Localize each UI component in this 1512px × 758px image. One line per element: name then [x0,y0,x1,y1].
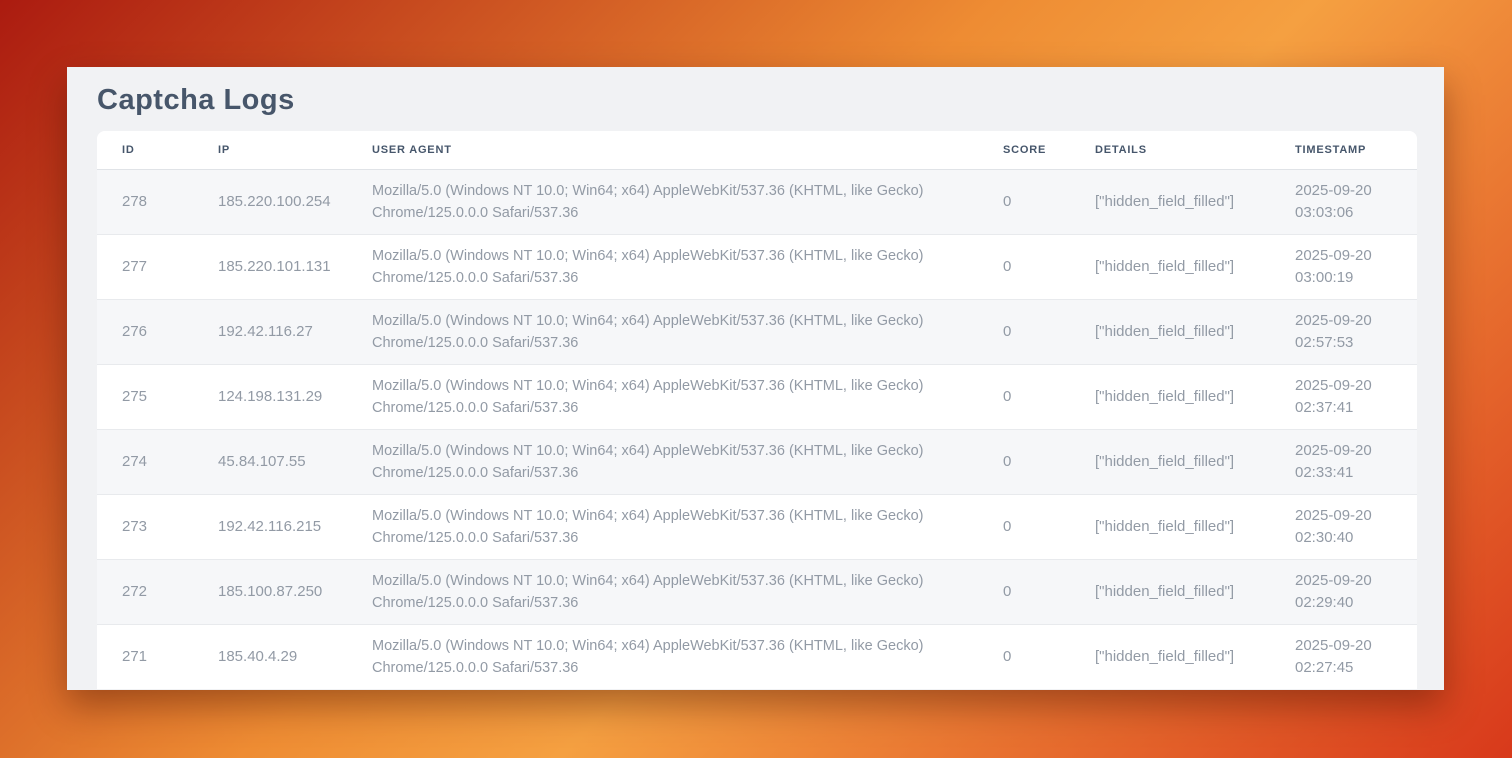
cell-details: ["hidden_field_filled"] [1070,624,1270,689]
column-header-ip: IP [193,131,347,169]
cell-ip: 192.42.116.215 [193,494,347,559]
cell-details: ["hidden_field_filled"] [1070,494,1270,559]
cell-score: 0 [978,494,1070,559]
cell-details: ["hidden_field_filled"] [1070,429,1270,494]
cell-id: 278 [97,169,193,234]
cell-user-agent: Mozilla/5.0 (Windows NT 10.0; Win64; x64… [347,234,978,299]
cell-user-agent: Mozilla/5.0 (Windows NT 10.0; Win64; x64… [347,169,978,234]
cell-timestamp: 2025-09-20 02:33:41 [1270,429,1417,494]
cell-ip: 45.84.107.55 [193,429,347,494]
cell-user-agent: Mozilla/5.0 (Windows NT 10.0; Win64; x64… [347,364,978,429]
column-header-score: SCORE [978,131,1070,169]
captcha-logs-table-container: ID IP USER AGENT SCORE DETAILS TIMESTAMP… [97,131,1417,689]
cell-score: 0 [978,299,1070,364]
cell-user-agent: Mozilla/5.0 (Windows NT 10.0; Win64; x64… [347,624,978,689]
cell-details: ["hidden_field_filled"] [1070,169,1270,234]
column-header-details: DETAILS [1070,131,1270,169]
cell-ip: 185.220.100.254 [193,169,347,234]
table-row: 278 185.220.100.254 Mozilla/5.0 (Windows… [97,169,1417,234]
cell-score: 0 [978,169,1070,234]
cell-score: 0 [978,429,1070,494]
cell-timestamp: 2025-09-20 02:27:45 [1270,624,1417,689]
cell-details: ["hidden_field_filled"] [1070,299,1270,364]
table-row: 276 192.42.116.27 Mozilla/5.0 (Windows N… [97,299,1417,364]
cell-user-agent: Mozilla/5.0 (Windows NT 10.0; Win64; x64… [347,299,978,364]
cell-id: 274 [97,429,193,494]
captcha-logs-card: Captcha Logs ID IP USER AGENT SCORE DETA… [67,67,1444,690]
cell-ip: 185.100.87.250 [193,559,347,624]
table-row: 271 185.40.4.29 Mozilla/5.0 (Windows NT … [97,624,1417,689]
cell-id: 273 [97,494,193,559]
cell-score: 0 [978,234,1070,299]
cell-id: 271 [97,624,193,689]
cell-id: 275 [97,364,193,429]
cell-timestamp: 2025-09-20 03:00:19 [1270,234,1417,299]
captcha-logs-table: ID IP USER AGENT SCORE DETAILS TIMESTAMP… [97,131,1417,689]
cell-ip: 192.42.116.27 [193,299,347,364]
table-row: 274 45.84.107.55 Mozilla/5.0 (Windows NT… [97,429,1417,494]
cell-ip: 185.40.4.29 [193,624,347,689]
cell-id: 272 [97,559,193,624]
cell-score: 0 [978,364,1070,429]
column-header-user-agent: USER AGENT [347,131,978,169]
column-header-id: ID [97,131,193,169]
cell-details: ["hidden_field_filled"] [1070,364,1270,429]
cell-details: ["hidden_field_filled"] [1070,559,1270,624]
column-header-timestamp: TIMESTAMP [1270,131,1417,169]
page-background: Captcha Logs ID IP USER AGENT SCORE DETA… [0,0,1512,758]
table-row: 272 185.100.87.250 Mozilla/5.0 (Windows … [97,559,1417,624]
table-row: 277 185.220.101.131 Mozilla/5.0 (Windows… [97,234,1417,299]
cell-user-agent: Mozilla/5.0 (Windows NT 10.0; Win64; x64… [347,559,978,624]
cell-ip: 185.220.101.131 [193,234,347,299]
cell-timestamp: 2025-09-20 03:03:06 [1270,169,1417,234]
cell-details: ["hidden_field_filled"] [1070,234,1270,299]
cell-user-agent: Mozilla/5.0 (Windows NT 10.0; Win64; x64… [347,494,978,559]
cell-id: 277 [97,234,193,299]
table-row: 275 124.198.131.29 Mozilla/5.0 (Windows … [97,364,1417,429]
table-row: 273 192.42.116.215 Mozilla/5.0 (Windows … [97,494,1417,559]
cell-ip: 124.198.131.29 [193,364,347,429]
page-title: Captcha Logs [67,67,1444,131]
cell-id: 276 [97,299,193,364]
cell-score: 0 [978,624,1070,689]
cell-timestamp: 2025-09-20 02:57:53 [1270,299,1417,364]
cell-timestamp: 2025-09-20 02:37:41 [1270,364,1417,429]
table-header: ID IP USER AGENT SCORE DETAILS TIMESTAMP [97,131,1417,169]
cell-timestamp: 2025-09-20 02:30:40 [1270,494,1417,559]
cell-user-agent: Mozilla/5.0 (Windows NT 10.0; Win64; x64… [347,429,978,494]
table-body: 278 185.220.100.254 Mozilla/5.0 (Windows… [97,169,1417,689]
cell-timestamp: 2025-09-20 02:29:40 [1270,559,1417,624]
cell-score: 0 [978,559,1070,624]
